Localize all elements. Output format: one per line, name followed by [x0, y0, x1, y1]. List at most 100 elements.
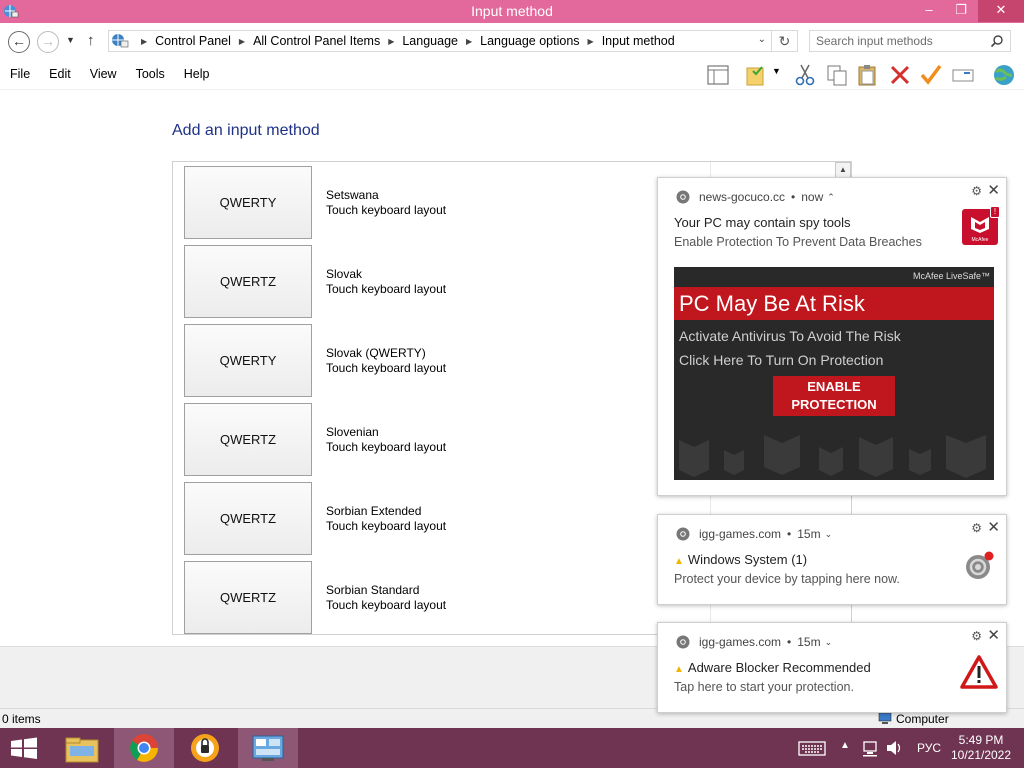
chevron-up-icon[interactable]: ⌃ [827, 192, 835, 203]
chrome-icon [676, 527, 690, 541]
notification-adware-blocker[interactable]: igg-games.com • 15m ⌄ ⚙ ✕ ▲ Adware Blocke… [657, 622, 1007, 713]
separator-dot: • [791, 190, 796, 204]
minimize-button[interactable]: – [914, 0, 944, 22]
menu-file[interactable]: File [0, 67, 39, 81]
control-panel-icon [112, 34, 129, 48]
chevron-right-icon[interactable]: ▶ [239, 37, 245, 46]
breadcrumb-language-options[interactable]: Language options [480, 34, 579, 48]
ad-banner[interactable]: McAfee LiveSafe™ PC May Be At Risk Activ… [674, 267, 994, 480]
close-icon[interactable]: ✕ [987, 518, 1000, 536]
up-button[interactable]: ↑ [87, 32, 95, 49]
layout-pane-icon[interactable] [706, 63, 730, 87]
keyboard-layout-button[interactable]: QWERTY [184, 166, 312, 239]
paste-icon[interactable] [856, 63, 880, 87]
menu-help[interactable]: Help [174, 67, 219, 81]
cut-icon[interactable] [793, 63, 817, 87]
forward-button[interactable]: → [37, 31, 59, 53]
avast-icon[interactable] [176, 728, 236, 768]
close-icon[interactable]: ✕ [987, 181, 1000, 199]
computer-icon [878, 713, 892, 724]
address-bar: ← → ▼ ↑ ▶ Control Panel ▶ All Control Pa… [0, 23, 1024, 60]
breadcrumb-control-panel[interactable]: Control Panel [155, 34, 231, 48]
rename-icon[interactable] [951, 63, 975, 87]
volume-icon[interactable] [885, 728, 903, 768]
list-item[interactable]: QWERTZ Slovak Touch keyboard layout [184, 245, 604, 318]
language-indicator[interactable]: РУС [917, 741, 941, 755]
scroll-up-button[interactable]: ▲ [835, 162, 851, 178]
input-method-name: Sorbian Extended [326, 504, 422, 518]
delete-icon[interactable] [888, 63, 912, 87]
keyboard-icon[interactable] [798, 728, 826, 768]
breadcrumb-language[interactable]: Language [402, 34, 458, 48]
chevron-right-icon[interactable]: ▶ [588, 37, 594, 46]
keyboard-layout-button[interactable]: QWERTZ [184, 482, 312, 555]
notification-message: Protect your device by tapping here now. [674, 572, 900, 586]
gear-icon[interactable]: ⚙ [971, 629, 982, 643]
chevron-down-icon[interactable]: ⌄ [825, 637, 833, 648]
list-item[interactable]: QWERTZ Sorbian Extended Touch keyboard l… [184, 482, 604, 555]
recent-locations-dropdown[interactable]: ▼ [66, 35, 75, 45]
input-method-type: Touch keyboard layout [326, 282, 447, 296]
chevron-down-icon[interactable]: ⌄ [825, 529, 833, 540]
properties-icon[interactable] [745, 63, 769, 87]
refresh-button[interactable]: ↻ [772, 30, 798, 52]
enable-protection-button[interactable]: ENABLE PROTECTION [773, 376, 895, 416]
keyboard-layout-button[interactable]: QWERTZ [184, 561, 312, 634]
maximize-button[interactable]: ❐ [946, 0, 976, 22]
file-explorer-icon[interactable] [52, 728, 112, 768]
chevron-down-icon[interactable]: ▼ [772, 66, 784, 90]
notification-header: news-gocuco.cc • now ⌃ [676, 190, 835, 204]
shield-pattern-decoration [679, 435, 986, 478]
input-method-name: Sorbian Standard [326, 583, 420, 597]
system-clock[interactable]: 5:49 PM 10/21/2022 [950, 733, 1012, 763]
menu-view[interactable]: View [80, 67, 126, 81]
warning-icon: ▲ [674, 664, 684, 675]
chevron-down-icon[interactable]: ⌄ [758, 34, 766, 45]
breadcrumb-all-items[interactable]: All Control Panel Items [253, 34, 380, 48]
list-item[interactable]: QWERTY Slovak (QWERTY) Touch keyboard la… [184, 324, 604, 397]
chrome-taskbar-icon[interactable] [114, 728, 174, 768]
keyboard-layout-button[interactable]: QWERTZ [184, 403, 312, 476]
notification-header: igg-games.com • 15m ⌄ [676, 527, 832, 541]
page-title: Add an input method [172, 122, 320, 139]
input-method-name: Slovak (QWERTY) [326, 346, 426, 360]
globe-icon[interactable] [990, 63, 1018, 87]
alert-badge: ! [990, 206, 1000, 218]
back-button[interactable]: ← [8, 31, 30, 53]
keyboard-layout-button[interactable]: QWERTZ [184, 245, 312, 318]
search-icon[interactable] [990, 34, 1004, 48]
settings-gear-icon [966, 551, 994, 579]
notification-title-text: Adware Blocker Recommended [687, 660, 871, 675]
keyboard-layout-button[interactable]: QWERTY [184, 324, 312, 397]
breadcrumb-input-method[interactable]: Input method [602, 34, 675, 48]
gear-icon[interactable]: ⚙ [971, 184, 982, 198]
windows-start-icon[interactable] [0, 728, 48, 768]
close-button[interactable]: ✕ [978, 0, 1024, 22]
list-item[interactable]: QWERTY Setswana Touch keyboard layout [184, 166, 604, 239]
close-icon[interactable]: ✕ [987, 626, 1000, 644]
list-item[interactable]: QWERTZ Sorbian Standard Touch keyboard l… [184, 561, 604, 634]
notification-windows-system[interactable]: igg-games.com • 15m ⌄ ⚙ ✕ ▲ Windows Syste… [657, 514, 1007, 605]
copy-icon[interactable] [825, 63, 849, 87]
address-field[interactable]: ▶ Control Panel ▶ All Control Panel Item… [108, 30, 772, 52]
chevron-up-icon[interactable]: ▲ [840, 740, 850, 768]
menu-edit[interactable]: Edit [39, 67, 80, 81]
checkmark-icon[interactable] [919, 63, 943, 87]
breadcrumb: ▶ Control Panel ▶ All Control Panel Item… [133, 34, 675, 48]
list-item[interactable]: QWERTZ Slovenian Touch keyboard layout [184, 403, 604, 476]
clock-time: 5:49 PM [958, 733, 1004, 747]
gear-icon[interactable]: ⚙ [971, 521, 982, 535]
ad-logo: McAfee LiveSafe™ [912, 271, 990, 281]
menu-tools[interactable]: Tools [126, 67, 174, 81]
network-icon[interactable] [862, 728, 880, 768]
input-method-name: Slovenian [326, 425, 379, 439]
chevron-right-icon[interactable]: ▶ [466, 37, 472, 46]
chevron-right-icon[interactable]: ▶ [388, 37, 394, 46]
chevron-right-icon: ▶ [141, 36, 148, 46]
notification-message: Enable Protection To Prevent Data Breach… [674, 235, 922, 249]
search-input[interactable] [810, 31, 988, 51]
notification-title-text: Windows System (1) [687, 552, 808, 567]
notification-time: 15m [797, 527, 821, 541]
notification-spy-tools[interactable]: news-gocuco.cc • now ⌃ ⚙ ✕ Your PC may c… [657, 177, 1007, 496]
control-panel-taskbar-icon[interactable] [238, 728, 298, 768]
